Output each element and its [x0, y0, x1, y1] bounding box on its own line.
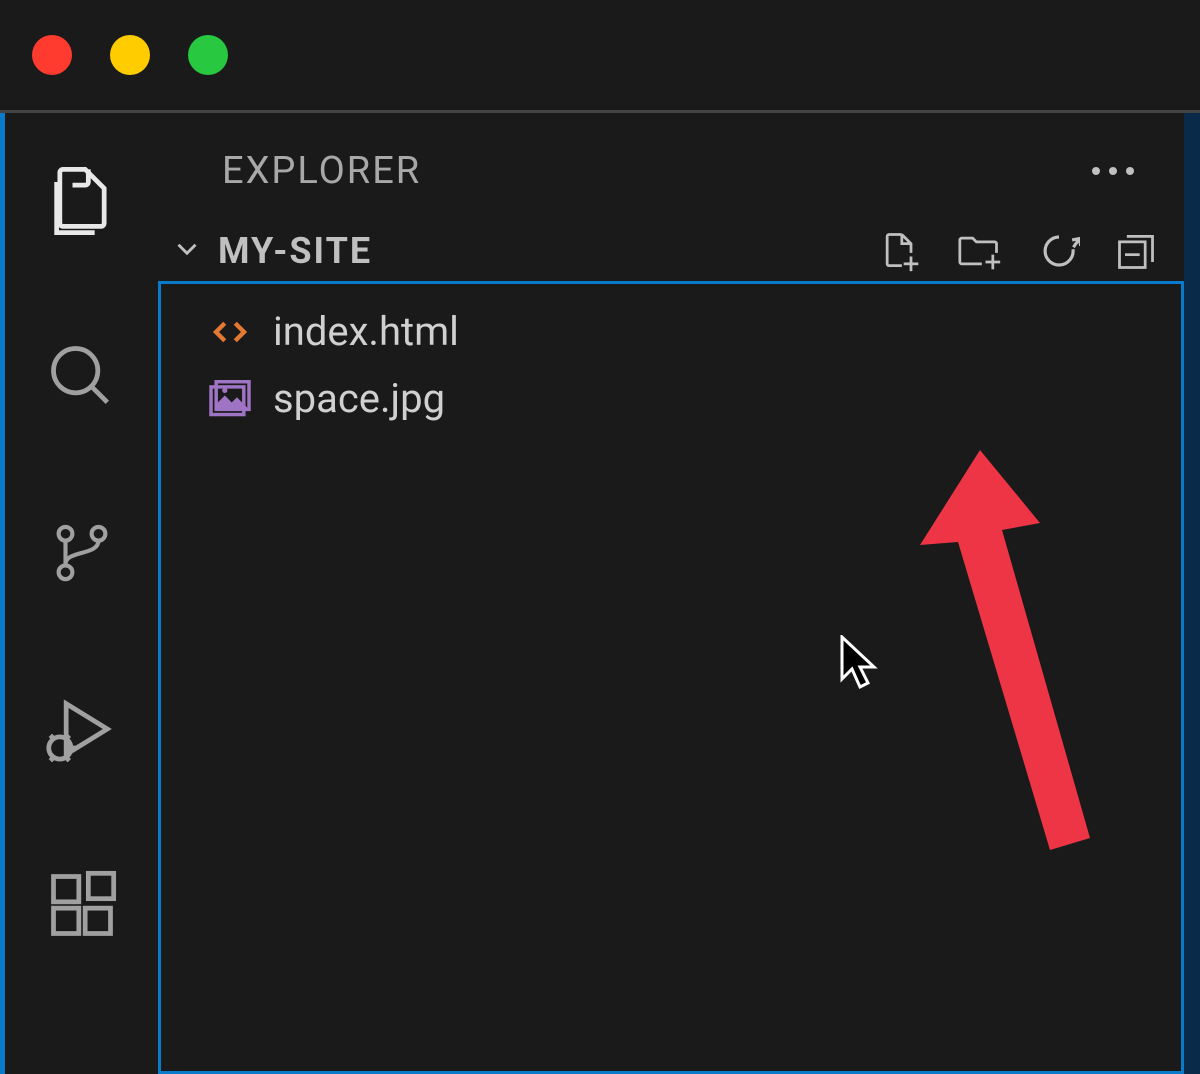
debug-icon[interactable]	[44, 691, 120, 767]
folder-name: MY-SITE	[218, 230, 372, 272]
extensions-icon[interactable]	[44, 867, 120, 943]
folder-actions	[878, 229, 1168, 273]
new-folder-icon[interactable]	[956, 229, 1004, 273]
file-name-label: index.html	[273, 308, 459, 355]
html-icon	[209, 311, 251, 353]
new-file-icon[interactable]	[878, 229, 922, 273]
collapse-all-icon[interactable]	[1114, 229, 1158, 273]
refresh-icon[interactable]	[1038, 230, 1080, 272]
file-item-index-html[interactable]: index.html	[161, 298, 1181, 365]
sidebar: EXPLORER MY-SITE	[158, 113, 1200, 1074]
file-list[interactable]: index.html space.jpg	[158, 281, 1184, 1074]
window-controls	[32, 35, 228, 75]
image-icon	[209, 380, 251, 418]
sidebar-title: EXPLORER	[222, 149, 421, 193]
search-icon[interactable]	[44, 339, 120, 415]
title-bar	[0, 0, 1200, 110]
minimize-window-button[interactable]	[110, 35, 150, 75]
maximize-window-button[interactable]	[188, 35, 228, 75]
file-item-space-jpg[interactable]: space.jpg	[161, 365, 1181, 432]
folder-header[interactable]: MY-SITE	[158, 221, 1184, 281]
activity-bar	[0, 113, 158, 1074]
more-icon[interactable]	[1090, 162, 1136, 181]
close-window-button[interactable]	[32, 35, 72, 75]
chevron-down-icon	[170, 232, 204, 270]
files-icon[interactable]	[44, 163, 120, 239]
main-area: EXPLORER MY-SITE	[0, 110, 1200, 1074]
file-name-label: space.jpg	[273, 375, 445, 422]
sidebar-header: EXPLORER	[158, 113, 1184, 221]
source-control-icon[interactable]	[44, 515, 120, 591]
